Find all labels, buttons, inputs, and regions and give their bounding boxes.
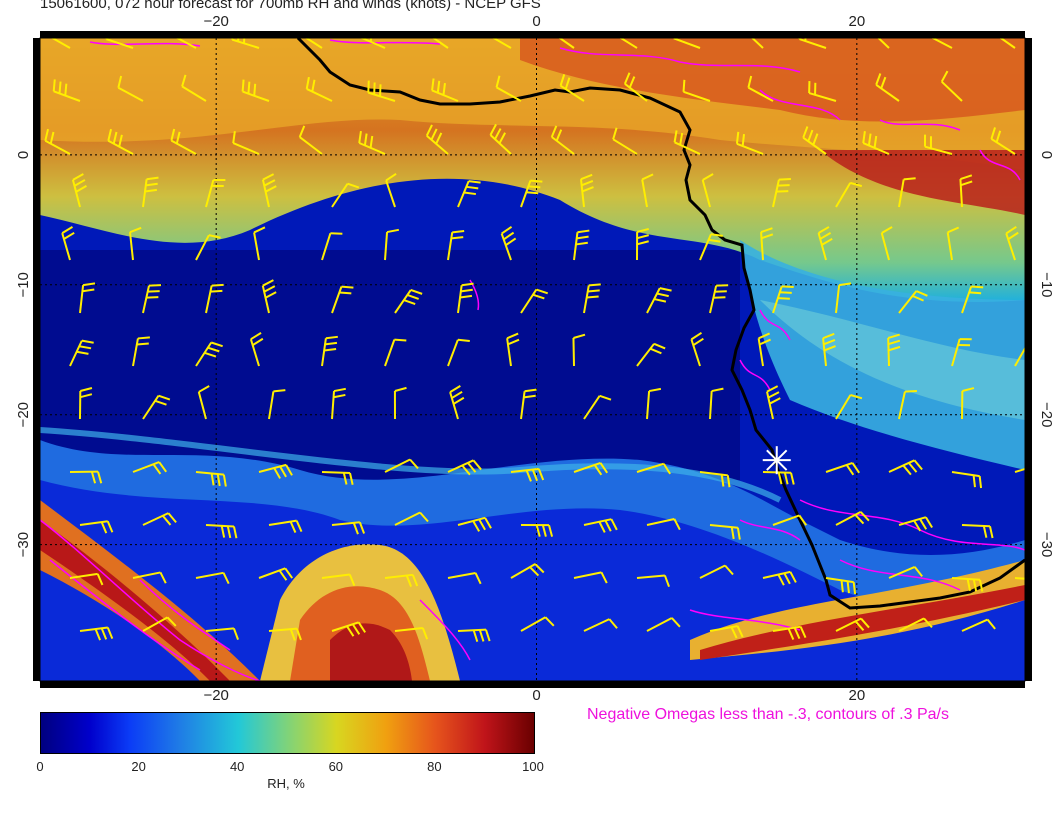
rh-field xyxy=(40,38,1025,681)
colorbar-label: RH, % xyxy=(267,776,305,791)
lat-tick-label-right: −20 xyxy=(1038,402,1055,427)
lat-tick-label-left: 0 xyxy=(15,151,32,159)
colorbar-tick-label: 40 xyxy=(229,759,245,774)
lon-tick-label-top: 20 xyxy=(848,13,865,30)
forecast-figure: −20 −20 0 0 20 20 0 0 −10 −10 −20 −20 −30 −30 xyxy=(15,13,1055,704)
colorbar-tick-label: 20 xyxy=(131,759,146,774)
lat-tick-label-left: −10 xyxy=(15,272,32,297)
omega-caption: Negative Omegas less than -.3, contours … xyxy=(587,706,949,723)
site-marker-icon xyxy=(762,446,791,475)
colorbar-tick-label: 60 xyxy=(328,759,344,774)
lon-tick-label-bottom: 0 xyxy=(532,687,540,704)
lat-tick-label-left: −20 xyxy=(15,402,32,427)
rh-colorbar xyxy=(40,712,535,754)
lat-tick-label-right: 0 xyxy=(1038,151,1055,159)
chart-title: 15061600, 072 hour forecast for 700mb RH… xyxy=(40,0,541,12)
lat-tick-label-right: −10 xyxy=(1038,272,1055,297)
colorbar-tick-label: 80 xyxy=(427,759,442,774)
colorbar-tick-label: 100 xyxy=(522,759,544,774)
lat-tick-label-right: −30 xyxy=(1038,532,1055,557)
lon-tick-label-bottom: 20 xyxy=(848,687,865,704)
colorbar-tick-label: 0 xyxy=(36,759,44,774)
lon-tick-label-top: −20 xyxy=(203,13,228,30)
lat-tick-label-left: −30 xyxy=(15,532,32,557)
lon-tick-label-top: 0 xyxy=(532,13,540,30)
lon-tick-label-bottom: −20 xyxy=(203,687,228,704)
